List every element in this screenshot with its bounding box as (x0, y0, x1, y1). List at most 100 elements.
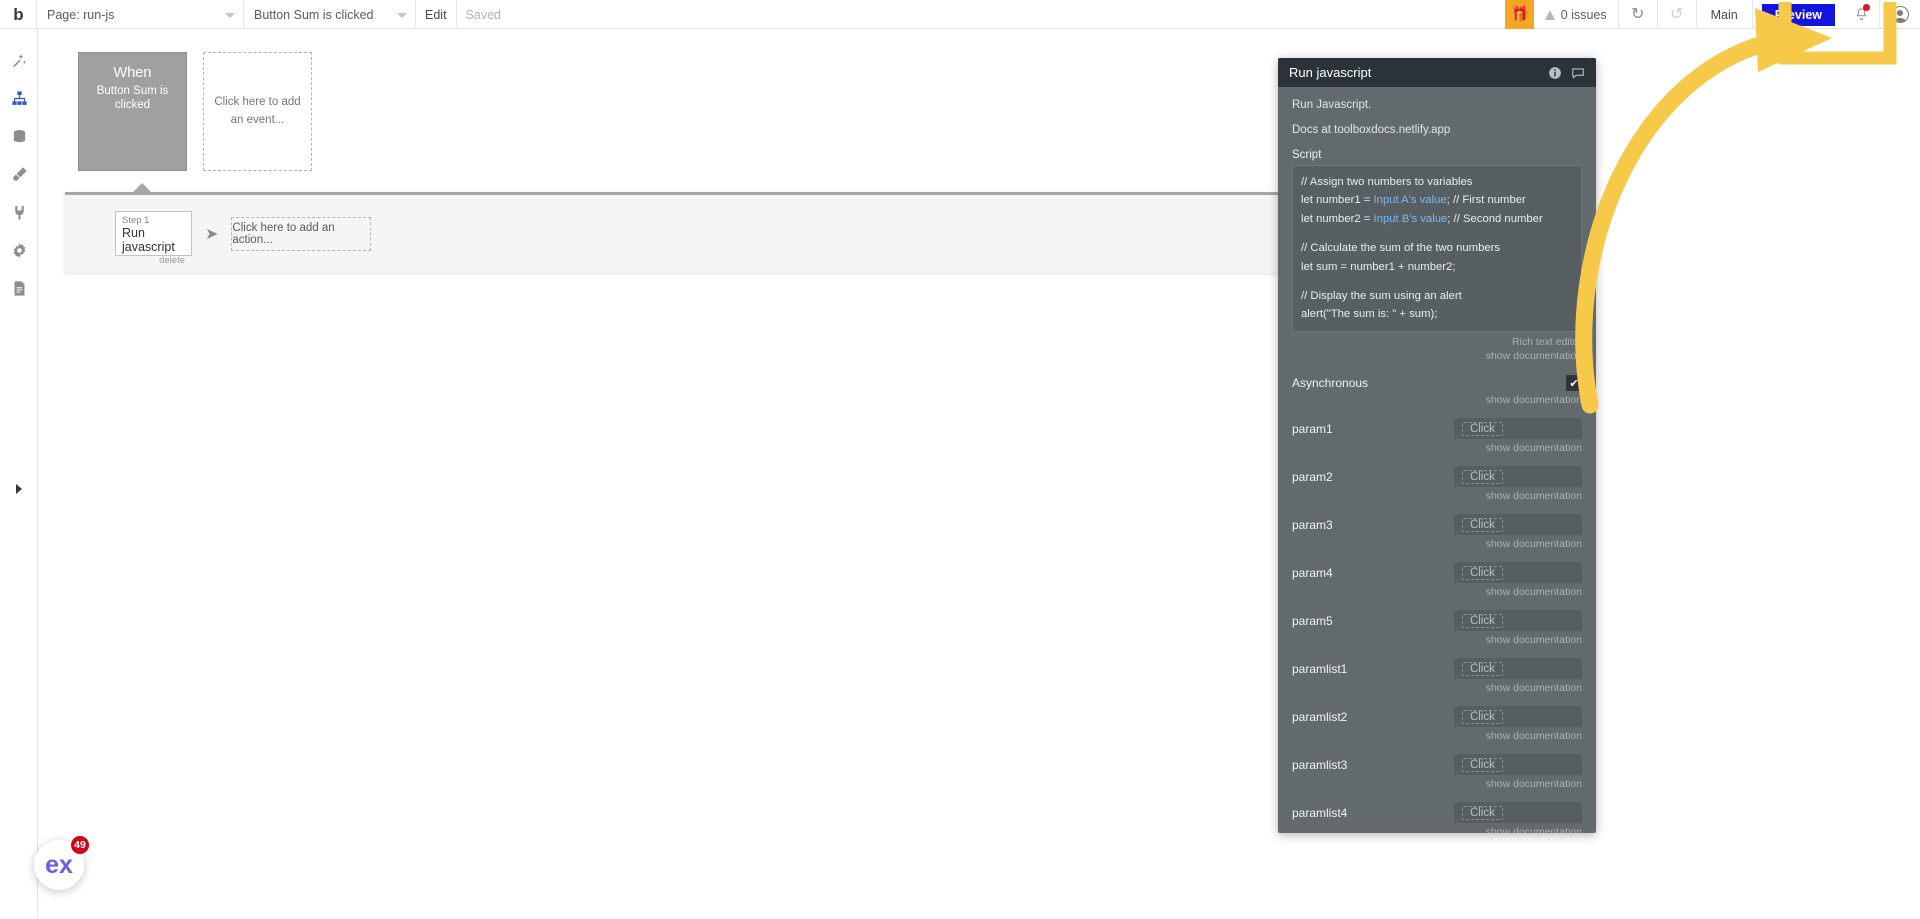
param-label: param2 (1292, 469, 1333, 484)
param-show-documentation[interactable]: show documentation (1292, 538, 1582, 550)
workflow-sitemap-icon (11, 90, 27, 105)
param-value-input[interactable]: Click (1454, 658, 1582, 680)
database-icon (13, 129, 25, 142)
redo-button[interactable]: ↺ (1658, 0, 1697, 29)
param-value-input[interactable]: Click (1454, 418, 1582, 440)
event-when-card[interactable]: When Button Sum is clicked (78, 52, 187, 171)
expand-right-arrow-icon (16, 484, 22, 494)
param-value-input[interactable]: Click (1454, 802, 1582, 824)
sidebar-item-workflow[interactable] (0, 79, 38, 117)
param-value-input[interactable]: Click (1454, 466, 1582, 488)
param-label: param4 (1292, 565, 1333, 580)
undo-button[interactable]: ↻ (1619, 0, 1658, 29)
param-row-paramlist1: paramlist1 Click (1292, 658, 1582, 680)
param-show-documentation[interactable]: show documentation (1292, 682, 1582, 694)
code-line: let number2 = Input B's value; // Second… (1301, 212, 1543, 225)
issues-indicator[interactable]: 0 issues (1534, 0, 1619, 29)
param-click-placeholder: Click (1462, 421, 1503, 436)
branch-label: Main (1710, 7, 1738, 22)
script-show-documentation[interactable]: show documentation (1292, 349, 1582, 363)
branch-selector[interactable]: Main (1697, 0, 1753, 29)
script-editor[interactable]: // Assign two numbers to variables let nu… (1292, 165, 1582, 332)
async-label: Asynchronous (1292, 376, 1369, 391)
param-show-documentation[interactable]: show documentation (1292, 490, 1582, 502)
param-value-input[interactable]: Click (1454, 706, 1582, 728)
async-checkbox[interactable]: ✔ (1566, 375, 1582, 392)
param-value-input[interactable]: Click (1454, 754, 1582, 776)
dynamic-value-token[interactable]: Input B's value (1374, 213, 1448, 225)
action-property-panel: Run javascript Run Javascript. Docs at t… (1278, 58, 1596, 833)
param-click-placeholder: Click (1462, 805, 1503, 820)
param-value-input[interactable]: Click (1454, 514, 1582, 536)
sidebar-item-settings[interactable] (0, 231, 38, 269)
add-event-placeholder[interactable]: Click here to add an event... (203, 52, 312, 171)
param-show-documentation[interactable]: show documentation (1292, 778, 1582, 790)
event-selector[interactable]: Button Sum is clicked (244, 0, 416, 29)
param-row-param2: param2 Click (1292, 466, 1582, 488)
workflow-canvas: When Button Sum is clicked Click here to… (38, 29, 1920, 919)
code-line: let number1 = Input A's value; // First … (1301, 194, 1526, 207)
notification-dot (1863, 4, 1870, 11)
step-delete-link[interactable]: delete (122, 255, 185, 266)
notifications-button[interactable] (1844, 0, 1880, 29)
panel-title: Run javascript (1289, 65, 1372, 80)
strip-notch-icon (133, 183, 151, 192)
design-wand-icon (12, 53, 26, 67)
sidebar-item-logs[interactable] (0, 269, 38, 307)
panel-header: Run javascript (1278, 58, 1596, 87)
param-show-documentation[interactable]: show documentation (1292, 586, 1582, 598)
param-value-input[interactable]: Click (1454, 610, 1582, 632)
sidebar-item-plugins[interactable] (0, 193, 38, 231)
gift-button[interactable]: 🎁 (1504, 0, 1534, 29)
sidebar-item-design[interactable] (0, 41, 38, 79)
sidebar-expand-button[interactable] (0, 479, 38, 499)
chat-unread-badge: 49 (70, 835, 90, 855)
param-show-documentation[interactable]: show documentation (1292, 442, 1582, 454)
code-line: let sum = number1 + number2; (1301, 260, 1456, 273)
left-sidebar (0, 29, 38, 919)
preview-button[interactable]: Preview (1761, 3, 1835, 26)
param-row-param3: param3 Click (1292, 514, 1582, 536)
logs-document-icon (14, 280, 24, 296)
info-icon[interactable] (1548, 66, 1562, 80)
user-avatar-icon (1891, 6, 1909, 23)
dynamic-value-token[interactable]: Input A's value (1374, 194, 1447, 206)
code-line: // Assign two numbers to variables (1301, 176, 1473, 188)
gift-icon: 🎁 (1509, 6, 1529, 23)
user-account-button[interactable] (1880, 0, 1920, 29)
param-row-param5: param5 Click (1292, 610, 1582, 632)
async-show-documentation[interactable]: show documentation (1292, 394, 1582, 406)
step-card-1[interactable]: Step 1 Run javascript delete (115, 211, 192, 266)
plugins-plug-icon (14, 205, 24, 220)
arrow-right-icon: ➤ (205, 225, 219, 243)
page-selector[interactable]: Page: run-js (37, 0, 244, 29)
panel-body: Run Javascript. Docs at toolboxdocs.netl… (1278, 87, 1596, 833)
edit-mode-tab[interactable]: Edit (416, 0, 457, 29)
param-row-param4: param4 Click (1292, 562, 1582, 584)
event-row: When Button Sum is clicked Click here to… (78, 52, 312, 171)
chat-widget[interactable]: ex 49 (34, 835, 90, 890)
param-value-input[interactable]: Click (1454, 562, 1582, 584)
step-index-label: Step 1 (122, 215, 150, 226)
param-click-placeholder: Click (1462, 709, 1503, 724)
param-row-paramlist3: paramlist3 Click (1292, 754, 1582, 776)
add-action-placeholder[interactable]: Click here to add an action... (231, 216, 372, 251)
preview-cell: Preview (1753, 0, 1844, 29)
param-show-documentation[interactable]: show documentation (1292, 634, 1582, 646)
script-field-label: Script (1292, 149, 1322, 161)
styles-brush-icon (12, 166, 27, 181)
page-selector-value: Page: run-js (47, 7, 115, 22)
comment-bubble-icon[interactable] (1571, 66, 1585, 80)
bubble-logo-icon: b (13, 5, 23, 24)
param-label: paramlist1 (1292, 661, 1348, 676)
sidebar-item-data[interactable] (0, 117, 38, 155)
settings-gear-icon (13, 242, 25, 258)
sidebar-item-styles[interactable] (0, 155, 38, 193)
app-logo[interactable]: b (0, 0, 37, 29)
param-show-documentation[interactable]: show documentation (1292, 826, 1582, 833)
redo-icon: ↺ (1669, 5, 1684, 23)
param-show-documentation[interactable]: show documentation (1292, 730, 1582, 742)
